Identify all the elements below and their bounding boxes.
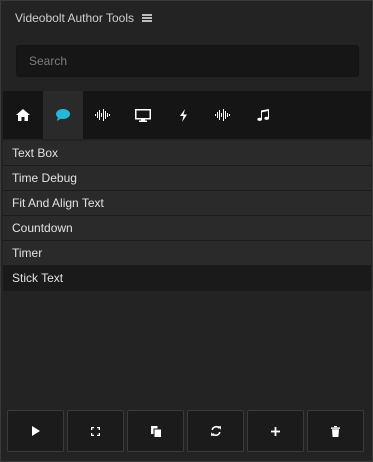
refresh-icon — [210, 425, 221, 437]
home-icon — [16, 109, 30, 121]
play-button[interactable] — [7, 410, 64, 452]
trash-icon — [331, 425, 340, 437]
list-item-label: Text Box — [12, 146, 59, 160]
waveform-icon — [95, 109, 110, 121]
copy-button[interactable] — [127, 410, 184, 452]
delete-button[interactable] — [307, 410, 364, 452]
tab-audio[interactable] — [83, 91, 123, 139]
tab-display[interactable] — [123, 91, 163, 139]
action-toolbar — [7, 410, 368, 452]
list-item-label: Stick Text — [12, 271, 64, 285]
panel-header: Videobolt Author Tools — [15, 9, 152, 27]
tab-music[interactable] — [243, 91, 283, 139]
category-tab-bar — [3, 91, 371, 139]
tab-effects[interactable] — [163, 91, 203, 139]
template-list: Text Box Time Debug Fit And Align Text C… — [3, 141, 371, 291]
waveform-icon — [215, 109, 230, 121]
fullscreen-button[interactable] — [67, 410, 124, 452]
music-note-icon — [256, 109, 269, 121]
list-item-label: Timer — [12, 246, 43, 260]
hamburger-menu-icon[interactable] — [141, 14, 152, 22]
list-item-label: Fit And Align Text — [12, 196, 104, 210]
search-input[interactable] — [16, 45, 359, 77]
tab-audio-2[interactable] — [203, 91, 243, 139]
panel-title: Videobolt Author Tools — [15, 11, 134, 25]
list-item-stick-text[interactable]: Stick Text — [3, 266, 371, 291]
tab-home[interactable] — [3, 91, 43, 139]
plus-icon — [271, 426, 280, 436]
add-button[interactable] — [247, 410, 304, 452]
author-tools-panel: Videobolt Author Tools Search Text Box T… — [0, 0, 373, 462]
monitor-icon — [135, 108, 151, 122]
list-item-label: Time Debug — [12, 171, 77, 185]
lightning-bolt-icon — [179, 108, 187, 122]
list-item-time-debug[interactable]: Time Debug — [3, 166, 371, 191]
play-icon — [31, 426, 40, 436]
list-item-text-box[interactable]: Text Box — [3, 141, 371, 166]
expand-icon — [91, 426, 100, 436]
tab-text[interactable] — [43, 91, 83, 139]
list-item-label: Countdown — [12, 221, 73, 235]
list-item-fit-and-align-text[interactable]: Fit And Align Text — [3, 191, 371, 216]
refresh-button[interactable] — [187, 410, 244, 452]
list-item-countdown[interactable]: Countdown — [3, 216, 371, 241]
list-item-timer[interactable]: Timer — [3, 241, 371, 266]
copy-icon — [150, 425, 161, 437]
chat-bubble-icon — [56, 109, 70, 121]
